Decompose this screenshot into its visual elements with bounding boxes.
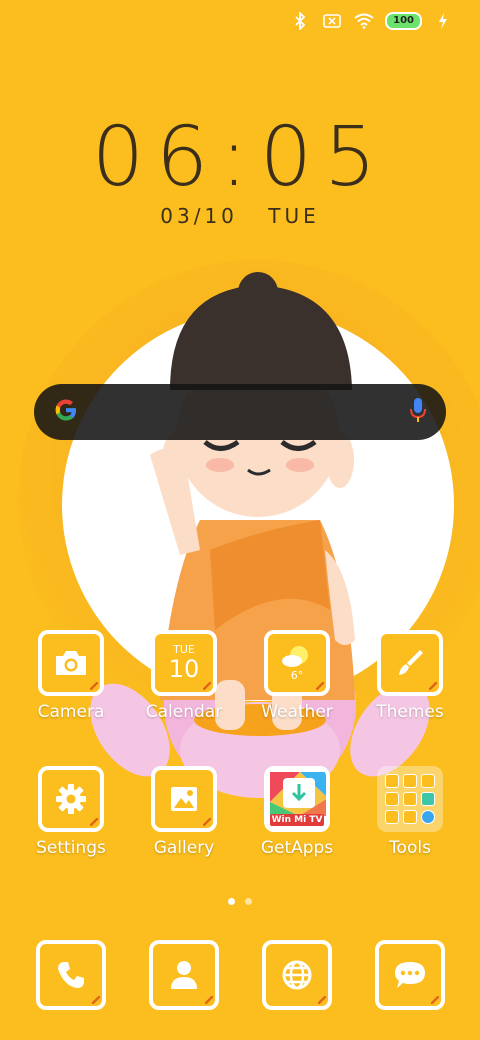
app-label: Weather: [261, 702, 333, 722]
bluetooth-icon: [289, 10, 311, 32]
gear-icon: [38, 766, 104, 832]
date-text: 03/10: [160, 204, 238, 228]
battery-level: 100: [385, 12, 422, 30]
app-settings[interactable]: Settings: [16, 766, 126, 858]
mic-icon[interactable]: [408, 396, 428, 428]
calendar-date: 10: [168, 655, 200, 683]
app-themes[interactable]: Themes: [355, 630, 465, 722]
dock-phone[interactable]: [16, 940, 126, 1010]
camera-icon: [38, 630, 104, 696]
page-dot[interactable]: [245, 898, 252, 905]
phone-icon: [36, 940, 106, 1010]
clock-date[interactable]: 03/10 TUE: [0, 204, 480, 228]
clock-time[interactable]: 06:05: [0, 110, 480, 205]
day-text: TUE: [268, 204, 320, 228]
page-dot-active[interactable]: [228, 898, 235, 905]
app-getapps[interactable]: Win Mi TV GetApps: [242, 766, 352, 858]
app-calendar[interactable]: TUE 10 Calendar: [129, 630, 239, 722]
weather-temp: 6°: [290, 669, 304, 682]
getapps-banner: Win Mi TV: [270, 814, 324, 826]
brush-icon: [377, 630, 443, 696]
app-weather[interactable]: 6° Weather: [242, 630, 352, 722]
app-tools-folder[interactable]: Tools: [355, 766, 465, 858]
getapps-icon: Win Mi TV: [264, 766, 330, 832]
image-icon: [151, 766, 217, 832]
dock-browser[interactable]: [242, 940, 352, 1010]
weather-icon: 6°: [264, 630, 330, 696]
browser-icon: [262, 940, 332, 1010]
status-bar: 100: [289, 8, 454, 34]
calendar-icon: TUE 10: [151, 630, 217, 696]
app-label: Settings: [36, 838, 106, 858]
messages-icon: [375, 940, 445, 1010]
charging-icon: [432, 10, 454, 32]
battery-icon: 100: [385, 12, 422, 30]
app-gallery[interactable]: Gallery: [129, 766, 239, 858]
page-indicator[interactable]: [0, 898, 480, 905]
app-label: Calendar: [145, 702, 223, 722]
app-label: Camera: [37, 702, 105, 722]
folder-icon: [377, 766, 443, 832]
app-camera[interactable]: Camera: [16, 630, 126, 722]
dock-messages[interactable]: [355, 940, 465, 1010]
google-logo-icon: [52, 396, 80, 428]
app-label: Tools: [389, 838, 431, 858]
app-label: Themes: [376, 702, 444, 722]
app-label: GetApps: [260, 838, 334, 858]
google-search-bar[interactable]: [34, 384, 446, 440]
dock-contacts[interactable]: [129, 940, 239, 1010]
contacts-icon: [149, 940, 219, 1010]
wifi-icon: [353, 10, 375, 32]
wallpaper-illustration: [18, 260, 480, 798]
no-sim-icon: [321, 10, 343, 32]
app-label: Gallery: [153, 838, 215, 858]
